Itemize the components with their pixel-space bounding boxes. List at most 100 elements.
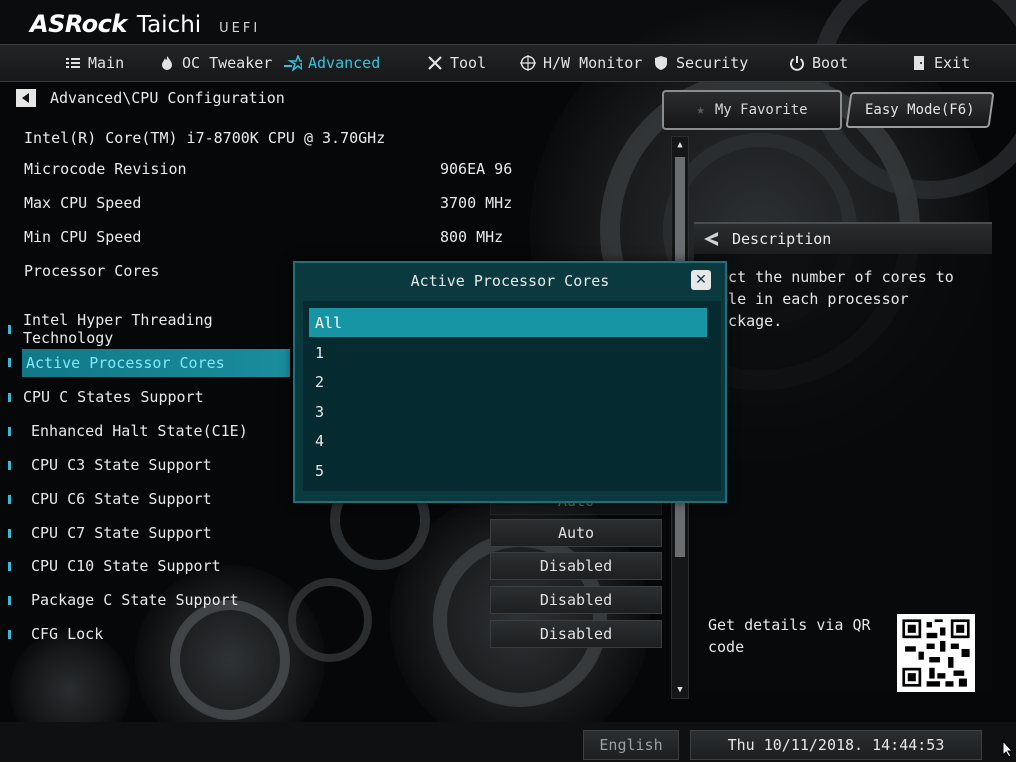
tab-main[interactable]: Main (64, 45, 124, 81)
shield-icon (652, 55, 670, 71)
target-icon (519, 55, 537, 71)
info-value-min-speed: 800 MHz (440, 228, 504, 246)
description-panel: Description lect the number of cores to … (694, 222, 992, 692)
setting-label: Package C State Support (31, 591, 239, 609)
bullet-marker (8, 494, 11, 504)
value-package-c-state[interactable]: Disabled (490, 586, 662, 614)
setting-label: Active Processor Cores (26, 354, 225, 372)
back-arrow-icon (22, 93, 29, 103)
star-icon: ★ (696, 102, 705, 118)
tab-oc-tweaker[interactable]: OC Tweaker (158, 45, 272, 81)
info-label-min-speed: Min CPU Speed (24, 228, 142, 246)
setting-hyper-threading[interactable]: Intel Hyper Threading Technology (8, 311, 290, 347)
tab-advanced[interactable]: Advanced (284, 45, 380, 81)
tab-tool-label: Tool (450, 54, 487, 72)
setting-cfg-lock[interactable]: CFG Lock (8, 620, 290, 648)
option-1[interactable]: 1 (309, 338, 707, 367)
active-processor-cores-dialog: Active Processor Cores ✕ All 1 2 3 4 5 (293, 261, 727, 503)
setting-label: Enhanced Halt State(C1E) (31, 422, 248, 440)
option-list: All 1 2 3 4 5 (303, 301, 721, 491)
bullet-marker (8, 392, 11, 402)
value-c7[interactable]: Auto (490, 519, 662, 547)
info-value-max-speed: 3700 MHz (440, 194, 513, 212)
tab-oc-tweaker-label: OC Tweaker (182, 54, 273, 72)
my-favorite-button[interactable]: ★ My Favorite (662, 90, 842, 130)
flame-icon (158, 55, 176, 71)
breadcrumb-path: Advanced\CPU Configuration (50, 89, 285, 107)
bullet-marker (8, 595, 11, 605)
option-5[interactable]: 5 (309, 456, 707, 485)
description-title: Description (732, 230, 832, 248)
setting-label: CPU C7 State Support (31, 524, 212, 542)
model-text: Taichi (136, 12, 202, 38)
bullet-marker (8, 324, 11, 334)
tab-boot-label: Boot (812, 54, 849, 72)
back-button[interactable] (16, 89, 36, 107)
option-2[interactable]: 2 (309, 367, 707, 396)
close-icon[interactable]: ✕ (691, 270, 711, 290)
bullet-marker (8, 528, 11, 538)
my-favorite-label: My Favorite (714, 102, 808, 118)
dialog-title: Active Processor Cores (410, 272, 610, 290)
power-icon (788, 55, 806, 71)
bullet-marker (8, 460, 11, 470)
info-label-microcode: Microcode Revision (24, 160, 187, 178)
setting-c1e[interactable]: Enhanced Halt State(C1E) (8, 417, 290, 445)
tab-exit[interactable]: Exit (910, 45, 970, 81)
list-icon (64, 57, 82, 69)
option-3[interactable]: 3 (309, 397, 707, 426)
info-value-microcode: 906EA 96 (440, 160, 513, 178)
setting-label: Intel Hyper Threading Technology (23, 311, 213, 347)
setting-c6[interactable]: CPU C6 State Support (8, 485, 290, 513)
description-text: lect the number of cores to able in each… (710, 268, 954, 330)
datetime-display: Thu 10/11/2018. 14:44:53 (690, 730, 982, 760)
qr-label: Get details via QR code (708, 616, 871, 656)
setting-label: CPU C10 State Support (31, 557, 221, 575)
description-header: Description (694, 222, 992, 254)
bullet-marker (8, 426, 11, 436)
language-button[interactable]: English (583, 730, 679, 760)
tab-security[interactable]: Security (652, 45, 748, 81)
tab-boot[interactable]: Boot (788, 45, 848, 81)
setting-active-processor-cores[interactable]: Active Processor Cores (22, 349, 290, 377)
setting-label: CFG Lock (31, 625, 104, 643)
chevron-icon (704, 232, 718, 246)
setting-package-c-state[interactable]: Package C State Support (8, 586, 290, 614)
tools-icon (426, 55, 444, 71)
setting-label: CPU C States Support (23, 388, 204, 406)
setting-label: CPU C3 State Support (31, 456, 212, 474)
bullet-marker (8, 561, 11, 571)
tab-tool[interactable]: Tool (426, 45, 486, 81)
brand-text: ASRock (30, 10, 127, 38)
main-nav-bar: Main OC Tweaker Advanced Tool H/W Monito… (0, 44, 1016, 82)
tab-security-label: Security (676, 54, 749, 72)
tab-exit-label: Exit (934, 54, 971, 72)
tab-hw-monitor-label: H/W Monitor (543, 54, 643, 72)
easy-mode-button[interactable]: Easy Mode(F6) (845, 92, 995, 128)
scroll-down-arrow-icon[interactable]: ▼ (672, 683, 688, 697)
easy-mode-label: Easy Mode(F6) (865, 102, 975, 118)
star-icon (284, 55, 302, 71)
mouse-cursor-icon (1002, 740, 1014, 758)
bullet-marker (8, 358, 11, 367)
info-label-max-speed: Max CPU Speed (24, 194, 142, 212)
setting-c7[interactable]: CPU C7 State Support (8, 519, 290, 547)
uefi-text: UEFI (219, 21, 261, 36)
cpu-name: Intel(R) Core(TM) i7-8700K CPU @ 3.70GHz (24, 129, 386, 147)
setting-c3[interactable]: CPU C3 State Support (8, 451, 290, 479)
tab-advanced-label: Advanced (308, 54, 381, 72)
value-c10[interactable]: Disabled (490, 552, 662, 580)
setting-cpu-c-states[interactable]: CPU C States Support (8, 383, 290, 411)
value-cfg-lock[interactable]: Disabled (490, 620, 662, 648)
door-icon (910, 55, 928, 71)
scroll-up-arrow-icon[interactable]: ▲ (672, 138, 688, 152)
setting-label: CPU C6 State Support (31, 490, 212, 508)
option-all[interactable]: All (309, 308, 707, 337)
asrock-logo: ASRock Taichi UEFI (30, 10, 260, 40)
bullet-marker (8, 629, 11, 639)
breadcrumb: Advanced\CPU Configuration (16, 89, 285, 107)
option-4[interactable]: 4 (309, 426, 707, 455)
setting-c10[interactable]: CPU C10 State Support (8, 552, 290, 580)
qr-code (897, 614, 975, 692)
tab-hw-monitor[interactable]: H/W Monitor (519, 45, 642, 81)
